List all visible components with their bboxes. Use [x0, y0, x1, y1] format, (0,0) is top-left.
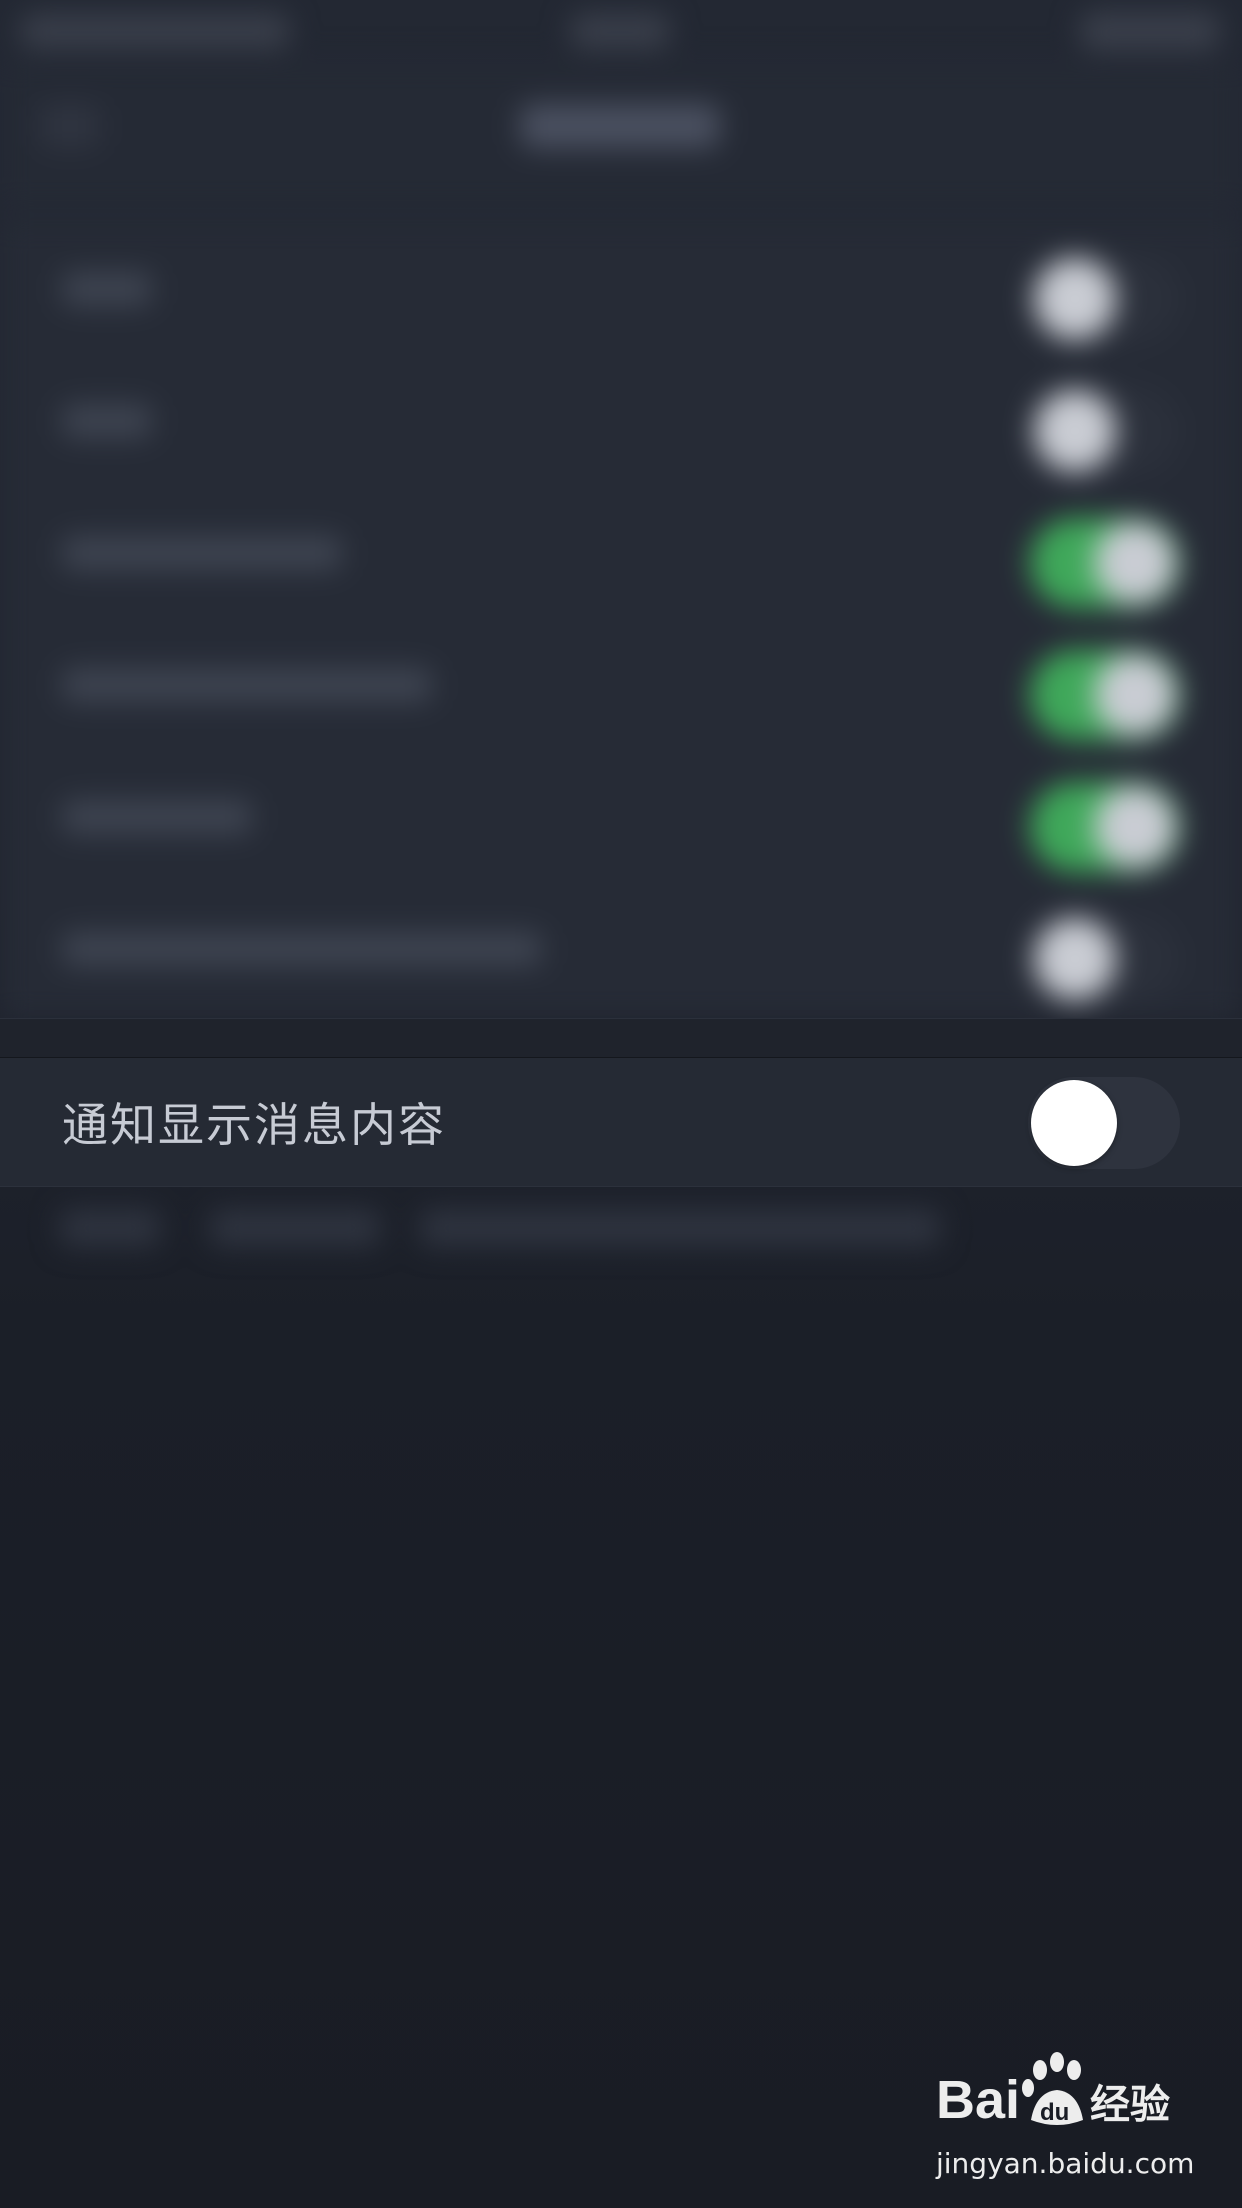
- blurred-row-knob: [1094, 522, 1176, 604]
- logo-text: Bai: [936, 2070, 1020, 2130]
- blurred-row-knob: [1034, 258, 1116, 340]
- notification-preview-setting-row[interactable]: 通知显示消息内容: [0, 1057, 1242, 1187]
- settings-screen: 通知显示消息内容 Bai du 经验 jingyan.baidu.com: [0, 0, 1242, 2208]
- svg-text:du: du: [1040, 2099, 1069, 2126]
- blurred-footer-text: [60, 1210, 160, 1246]
- blurred-row: [0, 484, 1242, 616]
- blurred-row-label: [62, 404, 152, 438]
- status-bar-left-blob: [20, 14, 290, 48]
- back-icon: [40, 104, 100, 148]
- baidu-jingyan-watermark: Bai du 经验 jingyan.baidu.com: [936, 2040, 1195, 2180]
- status-bar-time-blob: [570, 14, 670, 48]
- notification-preview-toggle[interactable]: [1028, 1077, 1180, 1169]
- blurred-row-toggle: [1030, 518, 1180, 608]
- blurred-row-knob: [1034, 390, 1116, 472]
- blurred-row-toggle: [1030, 782, 1180, 872]
- blurred-row-label: [62, 800, 252, 834]
- blurred-row-label: [62, 272, 152, 306]
- blurred-row: [0, 352, 1242, 484]
- blurred-row-label: [62, 932, 542, 966]
- blurred-settings-list: [0, 220, 1242, 1020]
- nav-bar: [0, 60, 1242, 210]
- blurred-footer-text: [210, 1210, 380, 1246]
- blurred-row-knob: [1094, 654, 1176, 736]
- watermark-url: jingyan.baidu.com: [936, 2147, 1195, 2180]
- nav-title-blob: [520, 104, 720, 148]
- blurred-row: [0, 748, 1242, 880]
- status-bar: [0, 0, 1242, 60]
- setting-label: 通知显示消息内容: [62, 1098, 446, 1152]
- blurred-footer-text: [420, 1210, 940, 1246]
- blurred-row-knob: [1094, 786, 1176, 868]
- blurred-row-toggle: [1030, 914, 1180, 1004]
- status-bar-right-blob: [1080, 12, 1220, 50]
- blurred-row-label: [62, 668, 432, 702]
- logo-suffix: 经验: [1090, 2082, 1170, 2128]
- section-divider: [0, 1018, 1242, 1057]
- toggle-knob: [1031, 1080, 1117, 1166]
- blurred-row-label: [62, 536, 342, 570]
- blurred-row-toggle: [1030, 254, 1180, 344]
- blurred-row: [0, 880, 1242, 1012]
- baidu-logo: Bai du 经验: [936, 2052, 1170, 2130]
- blurred-row-knob: [1034, 918, 1116, 1000]
- blurred-row-toggle: [1030, 650, 1180, 740]
- paw-icon: du: [1022, 2052, 1083, 2126]
- blurred-row-toggle: [1030, 386, 1180, 476]
- blurred-row: [0, 220, 1242, 352]
- blurred-row: [0, 616, 1242, 748]
